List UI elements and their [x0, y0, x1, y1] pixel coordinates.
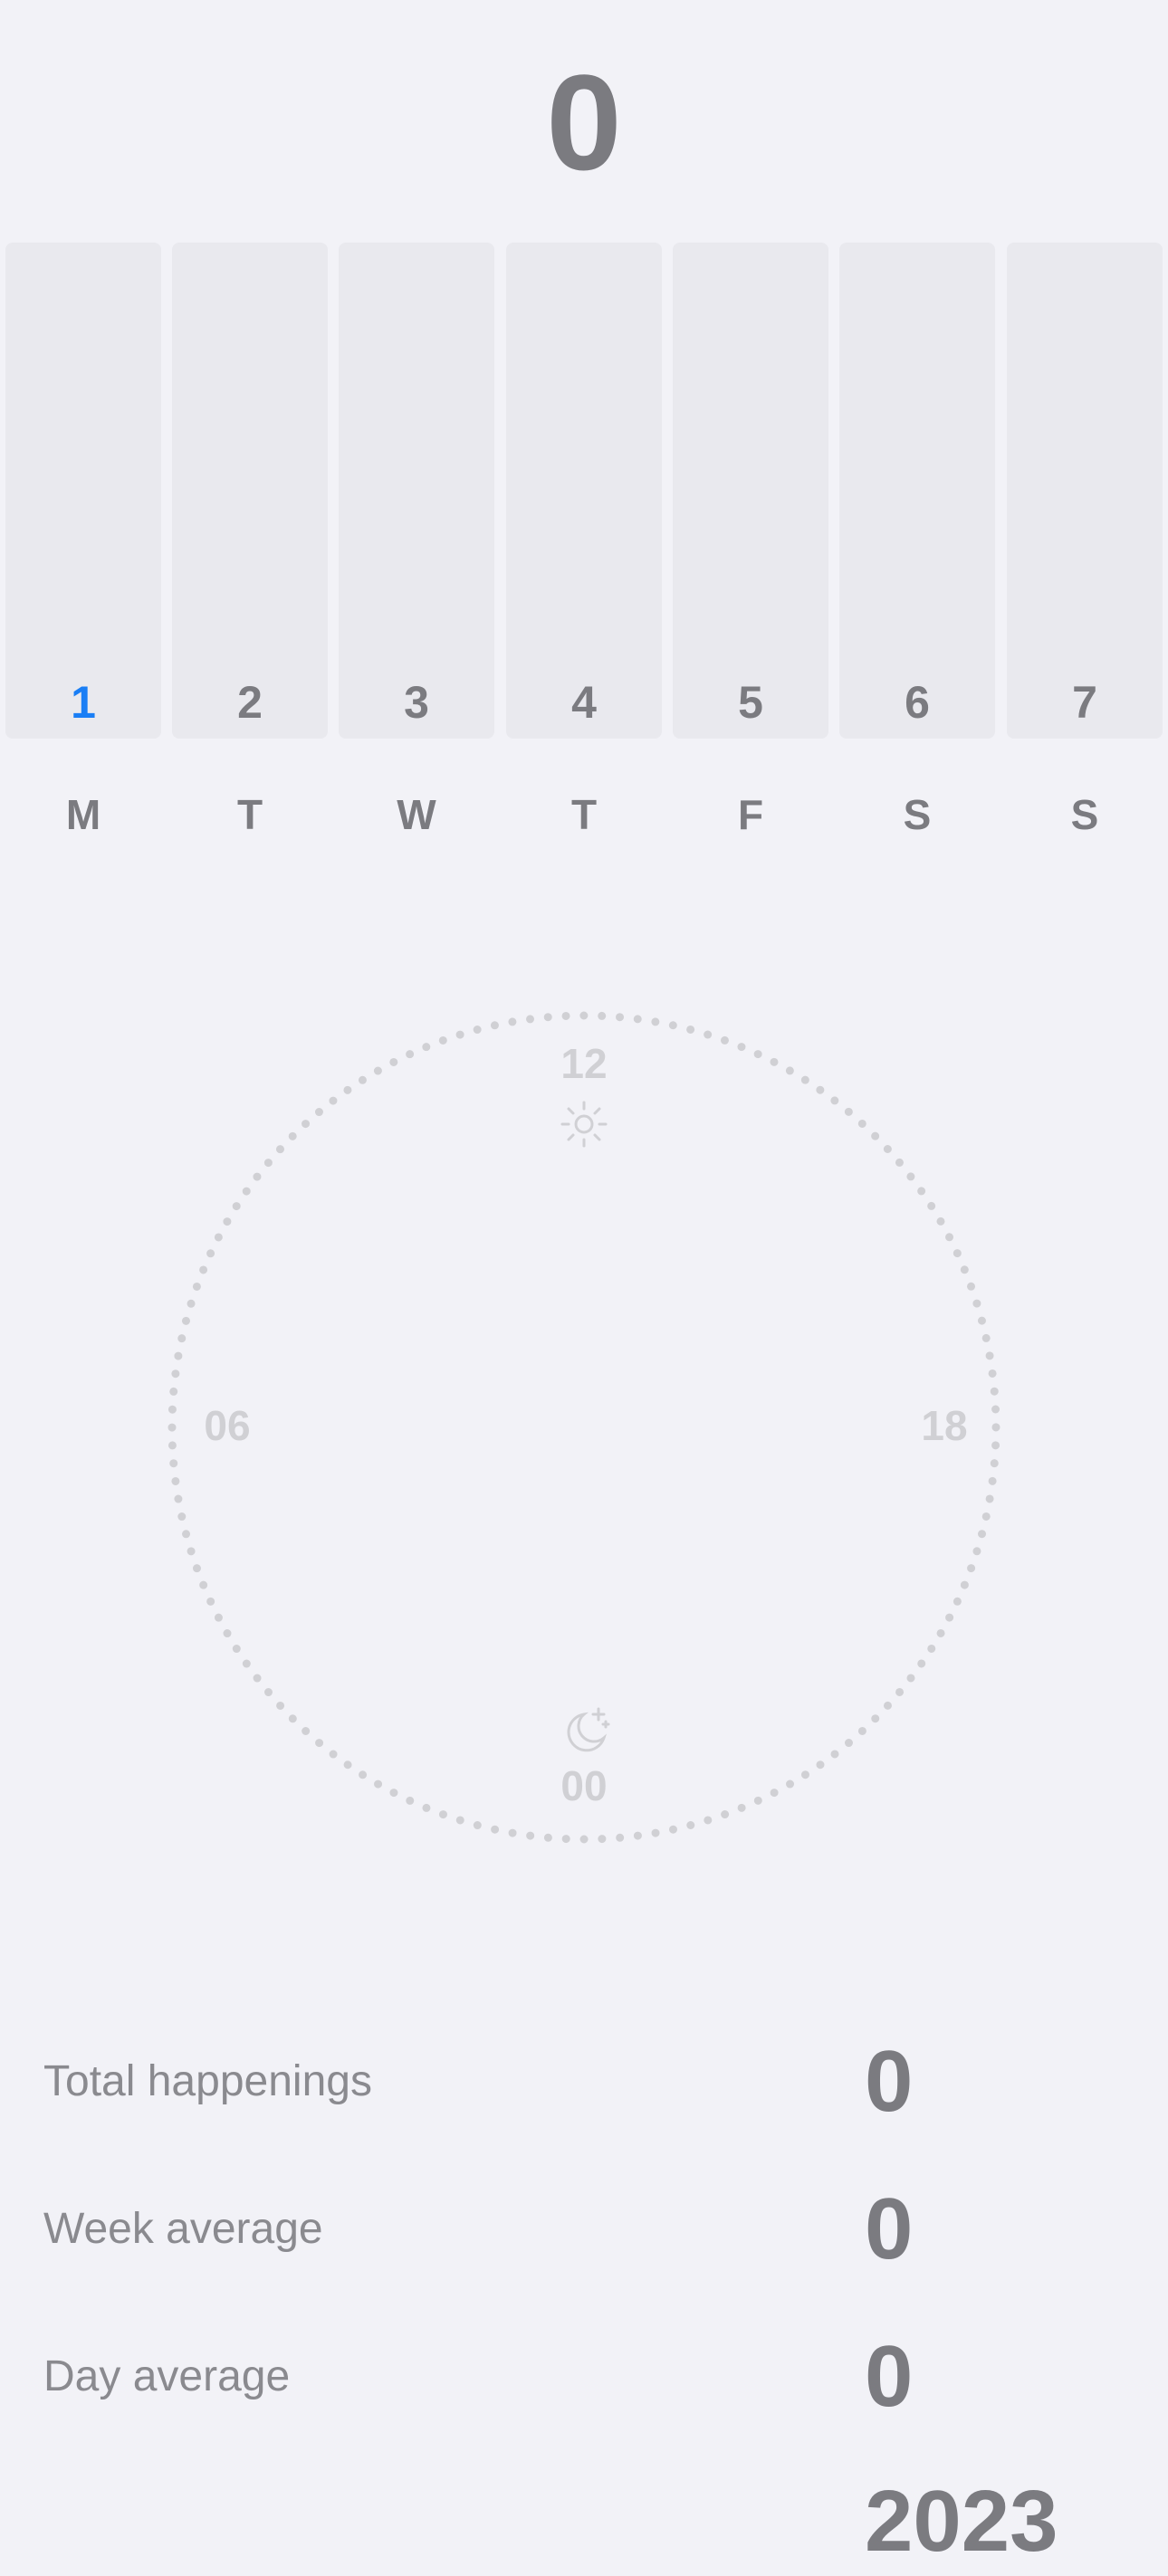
- stat-value: 0: [865, 2033, 914, 2130]
- clock-label-06: 06: [204, 1402, 251, 1449]
- clock-label-12: 12: [560, 1040, 608, 1087]
- weekday-label: W: [397, 791, 436, 838]
- stat-label: Total happenings: [43, 2057, 372, 2105]
- stat-value: 2023: [865, 2473, 1058, 2570]
- day-number: 2: [237, 677, 263, 728]
- clock-label-00: 00: [560, 1762, 608, 1809]
- sun-icon: [560, 1101, 608, 1148]
- day-number: 1: [71, 677, 96, 728]
- day-bar[interactable]: 6: [839, 243, 995, 739]
- stat-value: 0: [865, 2328, 914, 2425]
- day-bar[interactable]: 5: [673, 243, 828, 739]
- day-number: 6: [905, 677, 930, 728]
- day-bar[interactable]: 7: [1007, 243, 1163, 739]
- weekday-label: F: [737, 791, 764, 838]
- stat-label: Day average: [43, 2352, 291, 2400]
- stat-row-partial: 2023: [0, 2467, 1168, 2576]
- day-bar[interactable]: 3: [339, 243, 494, 739]
- day-bars: 1 2 3 4 5 6 7: [5, 243, 1163, 739]
- weekday-labels: M T W T F S S: [5, 787, 1163, 842]
- day-clock: 12 06 18 00: [163, 1007, 1005, 1848]
- stat-label: Week average: [43, 2205, 323, 2253]
- weekday-label: M: [65, 791, 101, 838]
- day-bar[interactable]: 4: [506, 243, 662, 739]
- weekday-label: S: [1070, 791, 1099, 838]
- stat-row-week-average: Week average 0: [0, 2175, 1168, 2284]
- day-bar[interactable]: 2: [172, 243, 328, 739]
- weekday-label: S: [903, 791, 932, 838]
- day-number: 4: [571, 677, 597, 728]
- stat-value: 0: [865, 2180, 914, 2277]
- clock-label-18: 18: [921, 1402, 968, 1449]
- weekday-label: T: [236, 791, 263, 838]
- stat-row-day-average: Day average 0: [0, 2323, 1168, 2431]
- day-number: 3: [404, 677, 429, 728]
- moon-stars-icon: [567, 1707, 610, 1752]
- weekday-label: T: [570, 791, 598, 838]
- day-number: 5: [738, 677, 763, 728]
- day-number: 7: [1072, 677, 1097, 728]
- total-count: 0: [546, 46, 622, 198]
- day-bar[interactable]: 1: [5, 243, 161, 739]
- stat-row-total: Total happenings 0: [0, 2027, 1168, 2136]
